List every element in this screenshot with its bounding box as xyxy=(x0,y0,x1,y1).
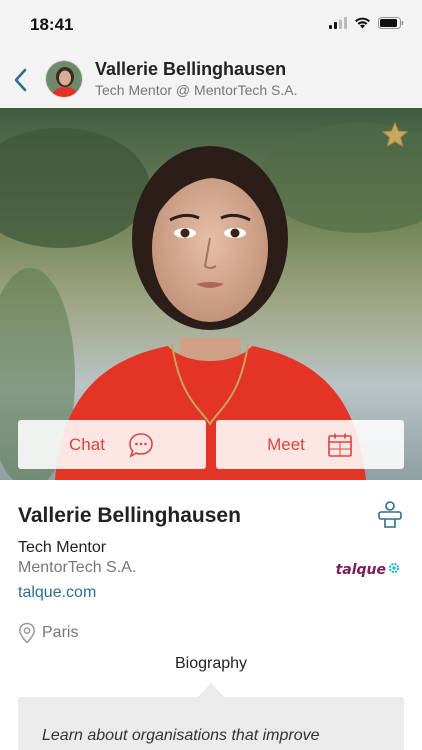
meet-button[interactable]: Meet xyxy=(216,420,404,469)
biography-card: Learn about organisations that improve xyxy=(18,697,404,750)
profile-company: MentorTech S.A. xyxy=(18,559,137,576)
location: Paris xyxy=(18,622,78,644)
location-pin-icon xyxy=(19,622,35,644)
tab-biography-label: Biography xyxy=(174,655,248,672)
biography-text: Learn about organisations that improve xyxy=(42,727,320,744)
profile-name: Vallerie Bellinghausen xyxy=(18,504,241,527)
brand-gear-icon xyxy=(389,563,399,573)
back-icon[interactable] xyxy=(10,65,32,95)
calendar-icon xyxy=(328,433,352,457)
meet-button-label: Meet xyxy=(267,434,305,454)
chat-button-label: Chat xyxy=(69,434,105,454)
star-icon[interactable] xyxy=(381,121,409,149)
tab-indicator xyxy=(198,683,224,697)
chat-button[interactable]: Chat xyxy=(18,420,206,469)
profile-role: Tech Mentor xyxy=(18,539,107,556)
tab-biography[interactable]: Biography xyxy=(0,655,422,673)
brand-logo-text: talque xyxy=(335,562,386,578)
brand-logo: talque xyxy=(336,562,400,578)
chat-bubble-icon xyxy=(129,432,153,458)
status-bar: 18:41 xyxy=(0,0,422,52)
header-subtitle: Tech Mentor @ MentorTech S.A. xyxy=(95,82,298,98)
location-label: Paris xyxy=(42,624,79,641)
website-link[interactable]: talque.com xyxy=(18,584,96,602)
contact-icon[interactable] xyxy=(376,500,404,530)
profile-header: Vallerie Bellinghausen Tech Mentor @ Men… xyxy=(0,52,422,108)
wifi-icon xyxy=(355,17,370,29)
status-icons xyxy=(329,17,404,29)
avatar xyxy=(45,60,83,98)
battery-icon xyxy=(378,17,404,29)
status-time: 18:41 xyxy=(30,15,74,34)
signal-icon xyxy=(329,17,347,29)
header-name: Vallerie Bellinghausen xyxy=(95,59,287,79)
